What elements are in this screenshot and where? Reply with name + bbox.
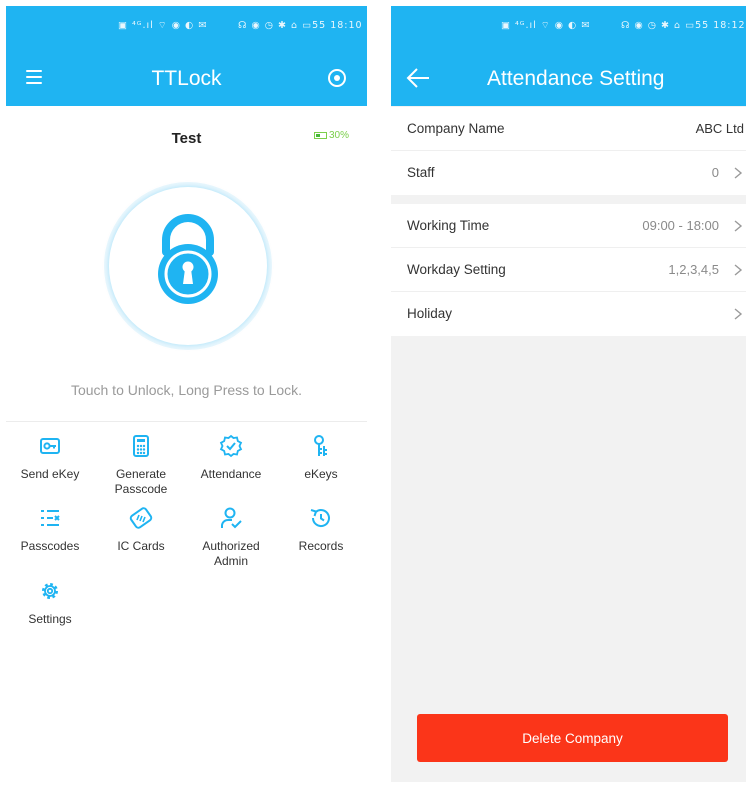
generate-passcode-icon [133, 435, 149, 457]
unlock-button[interactable] [104, 182, 272, 350]
holiday-row[interactable]: Holiday [391, 292, 746, 336]
nav-bar: Attendance Setting [391, 58, 746, 98]
settings-button[interactable]: Settings [6, 579, 95, 627]
feature-label: Passcodes [20, 539, 80, 553]
status-icons-left: ▣ ⁴ᴳ.ıl ⌔ ◉ ◐ ✉ [501, 20, 591, 31]
company-name-row[interactable]: Company Name ABC Ltd [391, 107, 746, 151]
ic-cards-icon [129, 507, 153, 529]
staff-count: 0 [711, 165, 719, 180]
chevron-right-icon [734, 220, 743, 232]
battery-level: 30% [329, 130, 350, 141]
ic-cards-button[interactable]: IC Cards [96, 506, 186, 554]
ekeys-icon [314, 435, 327, 456]
attendance-button[interactable]: Attendance [186, 434, 276, 482]
app-header: ▣ ⁴ᴳ.ıl ⌔ ◉ ◐ ✉ ☊ ◉ ◷ ✱ ⌂ ▭55 18:12 Atte… [391, 6, 746, 106]
holiday-label: Holiday [407, 306, 453, 321]
generate-passcode-button[interactable]: Generate Passcode [96, 434, 186, 497]
page-title: Attendance Setting [487, 67, 665, 90]
status-icons-left: ▣ ⁴ᴳ.ıl ⌔ ◉ ◐ ✉ [118, 20, 208, 31]
chevron-right-icon [734, 264, 743, 276]
records-icon [310, 509, 330, 527]
attendance-icon [219, 434, 243, 458]
padlock-icon [158, 214, 218, 304]
company-name-label: Company Name [407, 121, 505, 136]
workday-setting-value: 1,2,3,4,5 [668, 262, 719, 277]
nav-bar: TTLock [6, 58, 367, 98]
ttlock-home-screen: ▣ ⁴ᴳ.ıl ⌔ ◉ ◐ ✉ ☊ ◉ ◷ ✱ ⌂ ▭55 18:10 TTLo… [6, 6, 367, 782]
status-icons-right: ☊ ◉ ◷ ✱ ⌂ ▭55 18:10 [238, 20, 363, 31]
back-arrow-icon[interactable] [405, 66, 431, 90]
attendance-setting-screen: ▣ ⁴ᴳ.ıl ⌔ ◉ ◐ ✉ ☊ ◉ ◷ ✱ ⌂ ▭55 18:12 Atte… [391, 6, 746, 782]
battery-indicator: 30% [314, 130, 349, 141]
delete-company-button[interactable]: Delete Company [417, 714, 728, 762]
settings-icon [42, 583, 58, 599]
status-icons-right: ☊ ◉ ◷ ✱ ⌂ ▭55 18:12 [621, 20, 746, 31]
schedule-group: Working Time 09:00 - 18:00 Workday Setti… [391, 204, 746, 336]
unlock-hint: Touch to Unlock, Long Press to Lock. [70, 382, 303, 398]
passcodes-button[interactable]: Passcodes [6, 506, 95, 554]
authorized-admin-icon [221, 507, 242, 529]
status-bar: ▣ ⁴ᴳ.ıl ⌔ ◉ ◐ ✉ ☊ ◉ ◷ ✱ ⌂ ▭55 18:12 [391, 20, 746, 36]
send-ekey-button[interactable]: Send eKey [6, 434, 95, 482]
working-time-value: 09:00 - 18:00 [642, 218, 719, 233]
ekeys-button[interactable]: eKeys [276, 434, 366, 482]
passcodes-icon [41, 510, 60, 526]
divider [6, 421, 367, 422]
status-bar: ▣ ⁴ᴳ.ıl ⌔ ◉ ◐ ✉ ☊ ◉ ◷ ✱ ⌂ ▭55 18:10 [6, 20, 367, 36]
lock-name: Test [171, 130, 202, 147]
battery-icon [314, 132, 327, 139]
feature-label: Authorized Admin [202, 539, 260, 568]
feature-label: eKeys [304, 467, 338, 481]
feature-label: Settings [28, 612, 72, 626]
company-name-value: ABC Ltd [695, 121, 744, 136]
records-button[interactable]: Records [276, 506, 366, 554]
send-ekey-icon [40, 438, 60, 454]
feature-label: Generate Passcode [114, 467, 168, 496]
scan-icon[interactable] [328, 69, 346, 87]
app-header: ▣ ⁴ᴳ.ıl ⌔ ◉ ◐ ✉ ☊ ◉ ◷ ✱ ⌂ ▭55 18:10 TTLo… [6, 6, 367, 106]
chevron-right-icon [734, 167, 743, 179]
app-title: TTLock [151, 67, 222, 90]
workday-setting-row[interactable]: Workday Setting 1,2,3,4,5 [391, 248, 746, 292]
feature-label: IC Cards [117, 539, 165, 553]
feature-label: Attendance [200, 467, 262, 481]
chevron-right-icon [734, 308, 743, 320]
feature-label: Send eKey [20, 467, 80, 481]
feature-label: Records [298, 539, 344, 553]
staff-label: Staff [407, 165, 435, 180]
working-time-label: Working Time [407, 218, 490, 233]
company-group: Company Name ABC Ltd Staff 0 [391, 107, 746, 195]
authorized-admin-button[interactable]: Authorized Admin [186, 506, 276, 569]
staff-row[interactable]: Staff 0 [391, 151, 746, 195]
workday-setting-label: Workday Setting [407, 262, 506, 277]
working-time-row[interactable]: Working Time 09:00 - 18:00 [391, 204, 746, 248]
